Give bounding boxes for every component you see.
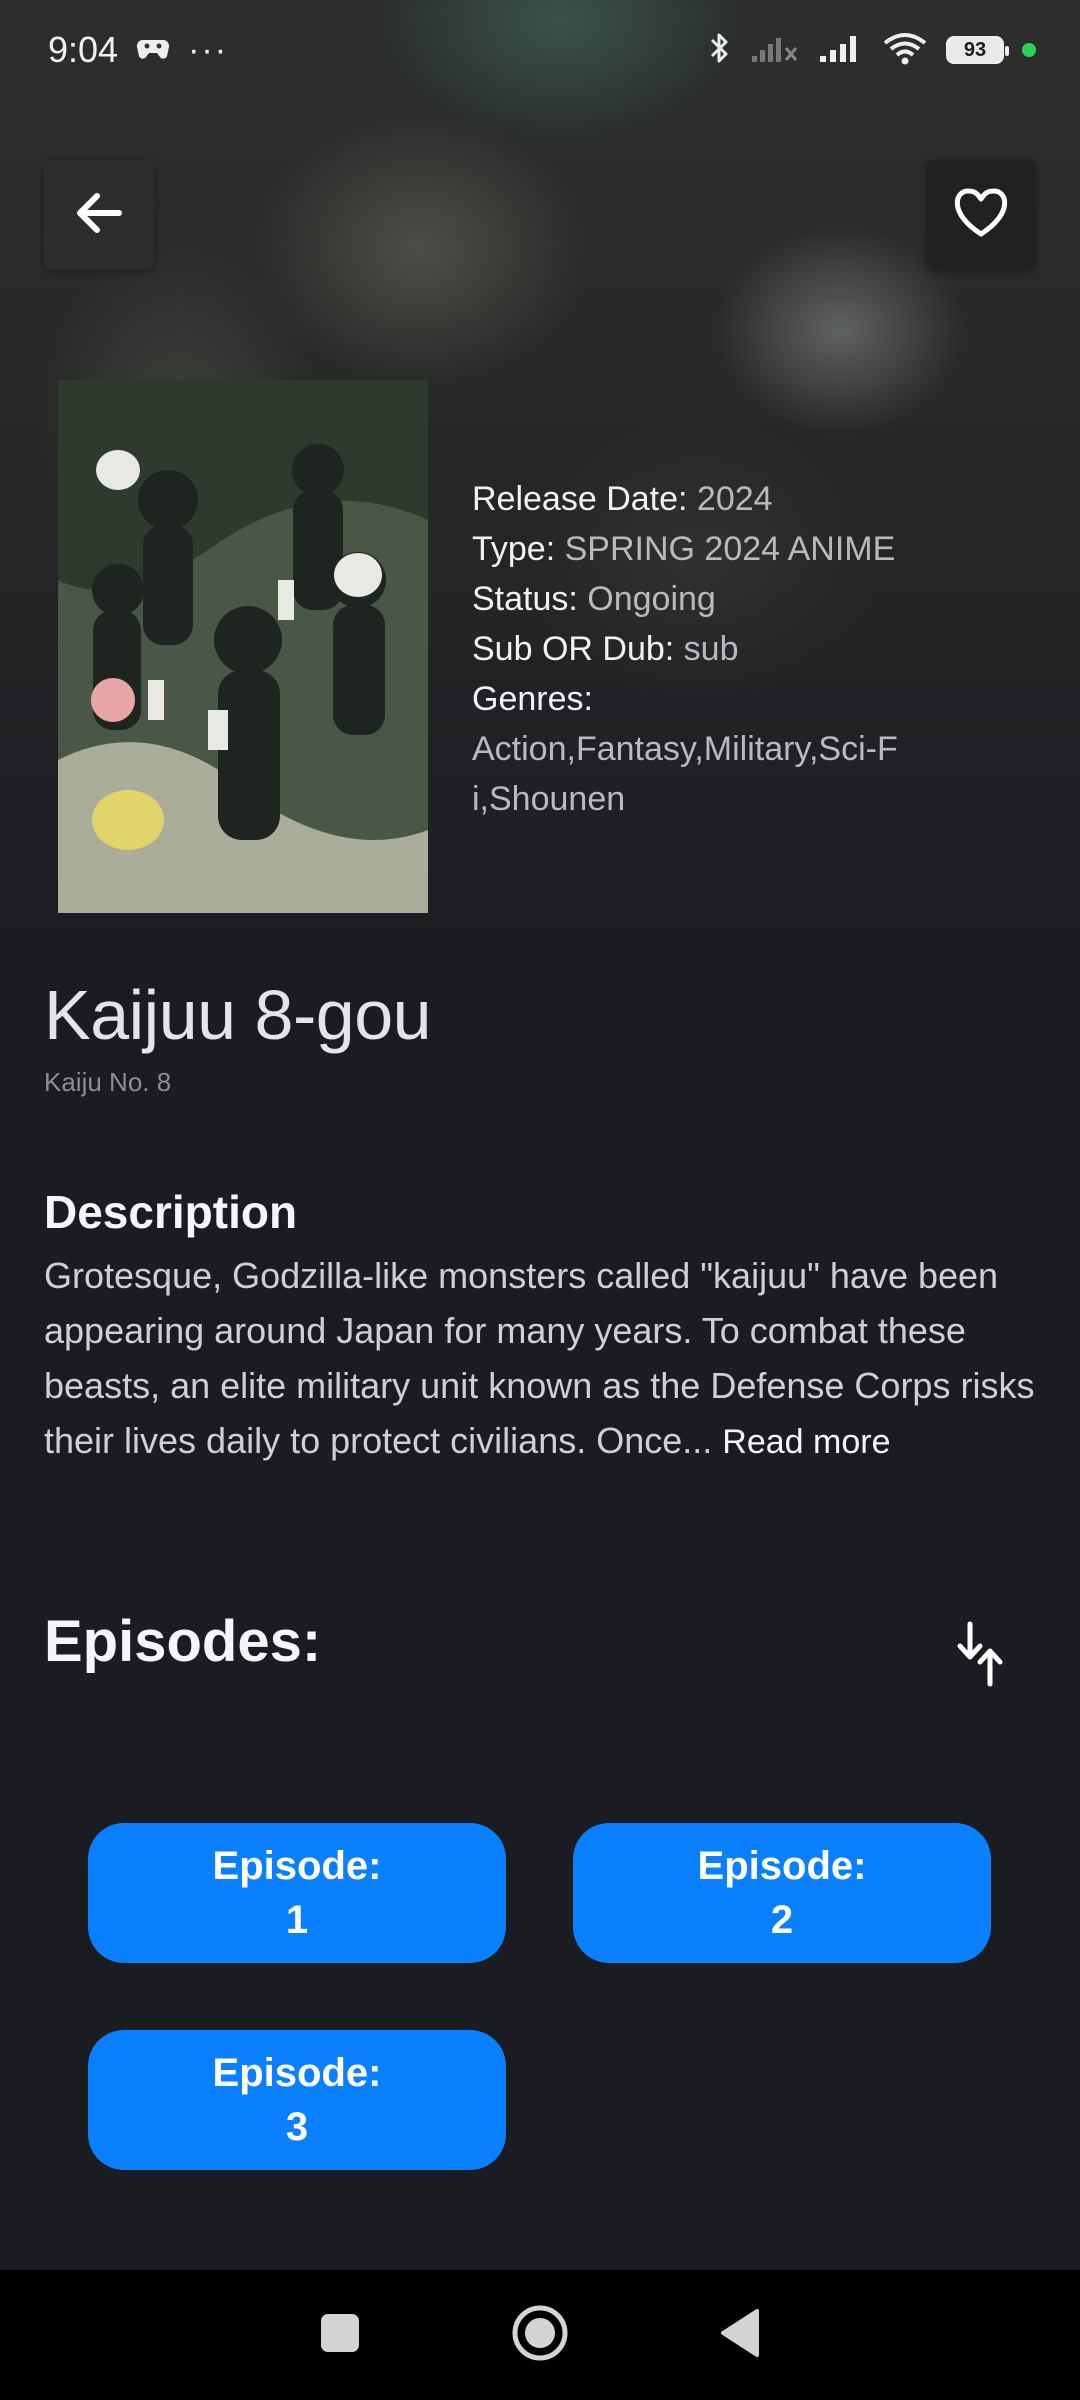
status-bar: 9:04 ··· 93: [0, 0, 1080, 100]
info-sub-or-dub: Sub OR Dub: sub: [472, 630, 739, 668]
privacy-indicator-dot: [1022, 43, 1036, 57]
clock: 9:04: [48, 29, 119, 70]
signal-no-service-icon: [750, 32, 800, 69]
wifi-icon: [882, 31, 928, 70]
signal-strength-icon: [818, 32, 864, 69]
recents-button[interactable]: [319, 2312, 361, 2359]
info-status: Status: Ongoing: [472, 580, 716, 618]
episode-number: 2: [770, 1898, 794, 1942]
anime-english-title: Kaiju No. 8: [44, 1067, 172, 1097]
episode-button-1[interactable]: Episode: 1: [88, 1823, 506, 1963]
episode-number: 3: [285, 2105, 309, 2149]
info-genres-value: Action,Fantasy,Military,Sci-Fi,Shounen: [472, 730, 898, 818]
heart-outline-icon: [952, 187, 1010, 244]
back-nav-button[interactable]: [719, 2308, 761, 2363]
home-button[interactable]: [511, 2304, 569, 2367]
game-controller-icon: [136, 34, 170, 67]
battery-indicator: 93: [946, 36, 1009, 64]
anime-title: Kaijuu 8-gou: [44, 976, 432, 1054]
episode-button-2[interactable]: Episode: 2: [573, 1823, 991, 1963]
sort-button[interactable]: [950, 1620, 1010, 1690]
description-heading: Description: [44, 1186, 298, 1238]
episodes-heading: Episodes:: [44, 1609, 322, 1674]
episode-button-3[interactable]: Episode: 3: [88, 2030, 506, 2170]
info-release-date: Release Date: 2024: [472, 480, 773, 518]
info-genres-label: Genres:: [472, 680, 593, 718]
episode-label: Episode:: [697, 1844, 867, 1888]
episode-label: Episode:: [212, 2051, 382, 2095]
episode-number: 1: [285, 1898, 309, 1942]
read-more-link[interactable]: Read more: [722, 1423, 890, 1461]
sort-arrows-icon: [950, 1621, 1010, 1694]
system-navigation-bar: [0, 2270, 1080, 2400]
favorite-button[interactable]: [926, 160, 1036, 270]
arrow-left-icon: [75, 191, 123, 240]
bluetooth-icon: [708, 30, 732, 71]
episode-label: Episode:: [212, 1844, 382, 1888]
anime-poster: [58, 380, 428, 913]
back-button[interactable]: [44, 160, 154, 270]
description-text: Grotesque, Godzilla-like monsters called…: [44, 1248, 1044, 1470]
more-notifications-icon: ···: [188, 30, 229, 69]
anime-info-list: Release Date: 2024 Type: SPRING 2024 ANI…: [472, 474, 932, 824]
info-type: Type: SPRING 2024 ANIME: [472, 530, 896, 568]
